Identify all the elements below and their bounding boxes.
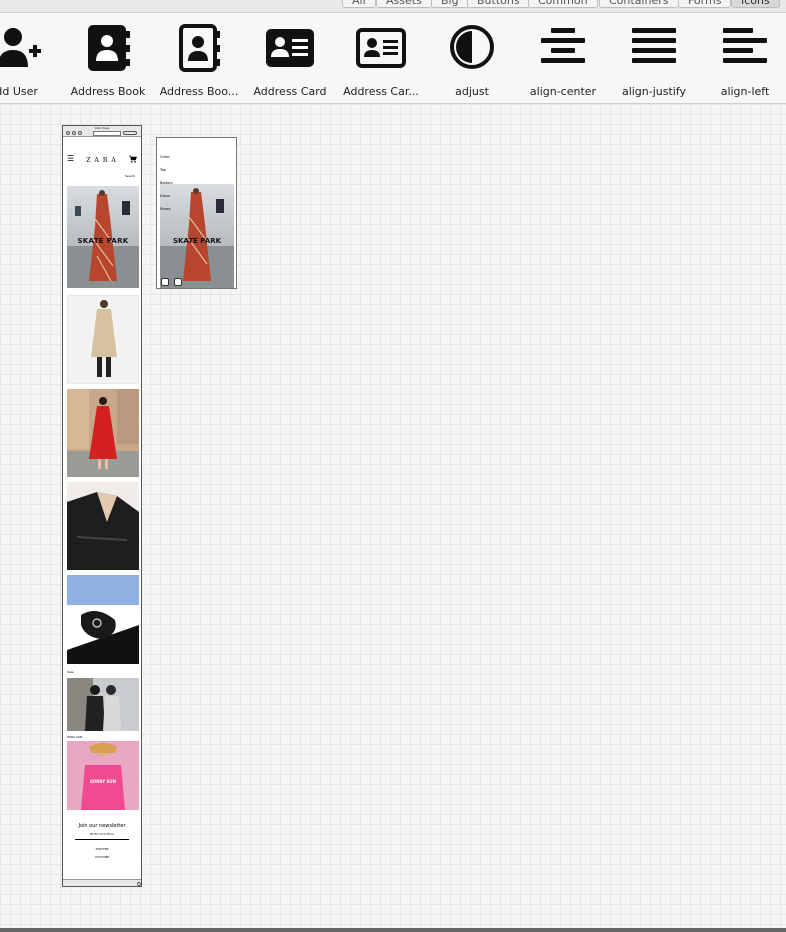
- newsletter-title: Join our newsletter: [78, 823, 126, 829]
- library-tabs: All Assets Big Buttons Common Containers…: [0, 0, 786, 13]
- tab-all[interactable]: All: [342, 0, 376, 8]
- sale-label: Sale: [67, 670, 74, 674]
- email-underline: [75, 839, 129, 840]
- search-link: Search: [125, 174, 136, 178]
- shoes-photo: [67, 575, 139, 664]
- palette-item-label: Address Boo...: [159, 85, 239, 98]
- cart-icon: [129, 155, 137, 163]
- address-card-icon: [266, 29, 314, 67]
- menu-item-outer: Outer: [160, 155, 170, 159]
- palette-item-label: adjust: [455, 85, 489, 98]
- product-image-trench: [67, 295, 139, 384]
- palette-item-label: Add User: [0, 85, 38, 98]
- twitter-link: TWITTER: [95, 847, 109, 851]
- resize-handle[interactable]: [137, 882, 141, 886]
- palette-item-align-center[interactable]: align-center: [518, 21, 608, 101]
- forward-icon: [72, 131, 76, 135]
- bottom-scrollbar[interactable]: [0, 928, 786, 932]
- menu-hero-photo: [160, 184, 234, 288]
- adjust-icon: [450, 25, 494, 69]
- palette-item-label: align-left: [720, 85, 770, 98]
- browser-bar: Web Page: [63, 126, 141, 137]
- align-justify-icon: [632, 28, 676, 63]
- product-image-black-top: [67, 482, 139, 570]
- align-left-icon: [723, 28, 767, 63]
- add-user-icon: [0, 28, 41, 67]
- palette-item-label: Address Car...: [343, 85, 419, 98]
- tab-buttons[interactable]: Buttons: [467, 0, 530, 8]
- duo-photo: [67, 678, 139, 731]
- menu-mockup[interactable]: Outer Top Bottom Dress Shoes SKATE PARK: [156, 137, 237, 289]
- palette-item-adjust[interactable]: adjust: [427, 21, 517, 101]
- phone-mockup[interactable]: Web Page ☰ ZARA Search SKATE PARK Sale Z…: [62, 125, 142, 887]
- product-image-duo: [67, 678, 139, 731]
- palette-item-label: Address Card: [253, 85, 327, 98]
- tab-forms[interactable]: Forms: [678, 0, 732, 8]
- black-top-photo: [67, 482, 139, 570]
- menu-item-dress: Dress: [160, 194, 170, 198]
- align-center-icon: [541, 28, 585, 63]
- hero-image: SKATE PARK: [67, 186, 139, 288]
- product-image-pink-shirt: SORRY SUN: [67, 741, 139, 810]
- battery-icon: [123, 131, 137, 135]
- hero-headline: SKATE PARK: [77, 237, 129, 245]
- product-image-red-dress: [67, 389, 139, 477]
- red-dress-photo: [67, 389, 139, 477]
- address-book-outline-icon: [179, 24, 220, 72]
- menu-item-shoes: Shoes: [160, 207, 171, 211]
- menu-item-top: Top: [160, 168, 166, 172]
- brand-logo: ZARA: [86, 157, 120, 164]
- palette-item-label: align-justify: [621, 85, 687, 98]
- back-icon: [66, 131, 70, 135]
- icon-palette: Add User Address Book Address Boo...: [0, 13, 786, 104]
- palette-item-address-book-outline[interactable]: Address Boo...: [154, 21, 244, 101]
- square-button-1[interactable]: [161, 278, 169, 286]
- menu-item-bottom: Bottom: [160, 181, 173, 185]
- palette-item-align-left[interactable]: align-left: [700, 21, 786, 101]
- address-book-icon: [88, 25, 130, 71]
- tab-common[interactable]: Common: [528, 0, 598, 8]
- zara-label: ZARA SUB: [67, 735, 83, 739]
- browser-bottom-bar: [63, 879, 141, 886]
- menu-hero-headline: SKATE PARK: [172, 237, 222, 245]
- palette-item-address-card-outline[interactable]: Address Car...: [336, 21, 426, 101]
- menu-mockup-hero: SKATE PARK: [160, 184, 234, 288]
- browser-title: Web Page: [94, 126, 110, 130]
- palette-item-align-justify[interactable]: align-justify: [609, 21, 699, 101]
- palette-item-add-user[interactable]: Add User: [0, 21, 63, 101]
- tab-big[interactable]: Big: [431, 0, 469, 8]
- palette-item-label: align-center: [529, 85, 597, 98]
- menu-icon: ☰: [67, 154, 75, 163]
- tab-containers[interactable]: Containers: [599, 0, 679, 8]
- pink-shirt-photo: [67, 741, 139, 810]
- product-image-shoes: [67, 575, 139, 664]
- tab-assets[interactable]: Assets: [376, 0, 432, 8]
- email-field: ENTER YOUR EMAIL: [89, 833, 115, 836]
- trench-photo: [67, 295, 139, 384]
- tab-icons[interactable]: Icons: [731, 0, 780, 8]
- address-card-outline-icon: [356, 28, 406, 68]
- shirt-print: SORRY SUN: [90, 779, 116, 784]
- palette-item-address-book[interactable]: Address Book: [63, 21, 153, 101]
- palette-item-address-card[interactable]: Address Card: [245, 21, 335, 101]
- square-button-2[interactable]: [174, 278, 182, 286]
- palette-item-label: Address Book: [70, 85, 146, 98]
- url-field: [93, 131, 121, 136]
- reload-icon: [78, 131, 82, 135]
- youtube-link: YOUTUBE: [94, 855, 110, 859]
